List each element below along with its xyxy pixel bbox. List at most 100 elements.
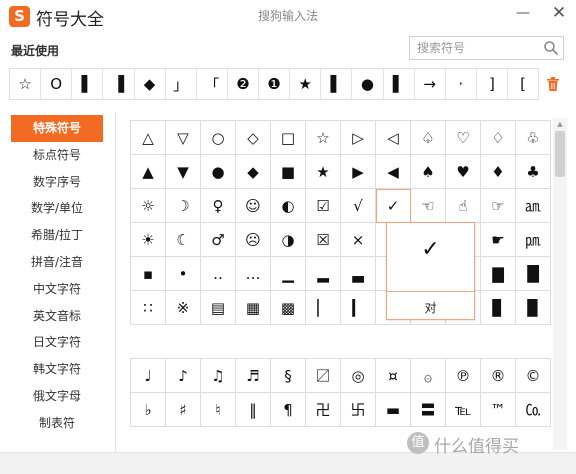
- symbol-cell[interactable]: ◐: [271, 189, 306, 223]
- search-icon[interactable]: [543, 40, 559, 56]
- category-item[interactable]: 俄文字母: [11, 383, 103, 410]
- category-item[interactable]: 制表符: [11, 410, 103, 437]
- symbol-cell[interactable]: ♯: [166, 393, 201, 427]
- recent-symbol[interactable]: ▌: [321, 69, 353, 99]
- symbol-cell[interactable]: ♫: [201, 359, 236, 393]
- symbol-cell[interactable]: ™: [481, 393, 516, 427]
- category-item[interactable]: 拼音/注音: [11, 249, 103, 276]
- symbol-cell[interactable]: ☒: [306, 223, 341, 257]
- category-item[interactable]: 希腊/拉丁: [11, 222, 103, 249]
- symbol-cell[interactable]: ♀: [201, 189, 236, 223]
- symbol-cell[interactable]: ☽: [166, 189, 201, 223]
- symbol-cell[interactable]: ■: [271, 155, 306, 189]
- symbol-cell[interactable]: ℗: [446, 359, 481, 393]
- symbol-cell[interactable]: ▇: [481, 257, 516, 291]
- symbol-cell[interactable]: ☛: [481, 223, 516, 257]
- recent-symbol[interactable]: ▐: [103, 69, 135, 99]
- recent-symbol[interactable]: O: [41, 69, 73, 99]
- symbol-cell[interactable]: ▪: [131, 257, 166, 291]
- symbol-cell[interactable]: ‥: [201, 257, 236, 291]
- symbol-cell[interactable]: ◇: [236, 121, 271, 155]
- symbol-cell[interactable]: ◀: [376, 155, 411, 189]
- scroll-up-arrow-icon[interactable]: ▲: [553, 118, 567, 130]
- symbol-cell[interactable]: ▤: [201, 291, 236, 325]
- symbol-cell[interactable]: ㏘: [516, 223, 551, 257]
- category-item[interactable]: 数学/单位: [11, 195, 103, 222]
- symbol-cell[interactable]: ◆: [236, 155, 271, 189]
- symbol-cell[interactable]: ●: [201, 155, 236, 189]
- symbol-cell[interactable]: ☑: [306, 189, 341, 223]
- symbol-cell[interactable]: ㏇: [516, 393, 551, 427]
- recent-symbol[interactable]: 」: [166, 69, 197, 99]
- symbol-cell[interactable]: ☹: [236, 223, 271, 257]
- recent-symbol[interactable]: ❶: [259, 69, 291, 99]
- symbol-cell[interactable]: ℡: [446, 393, 481, 427]
- symbol-cell[interactable]: ※: [166, 291, 201, 325]
- symbol-cell[interactable]: ♢: [481, 121, 516, 155]
- symbol-cell[interactable]: ¶: [271, 393, 306, 427]
- symbol-cell[interactable]: ▶: [341, 155, 376, 189]
- symbol-cell[interactable]: ©: [516, 359, 551, 393]
- symbol-cell[interactable]: ♬: [236, 359, 271, 393]
- scrollbar-thumb[interactable]: [555, 131, 565, 177]
- symbol-cell[interactable]: ۞: [411, 359, 446, 393]
- symbol-cell[interactable]: ▏: [306, 291, 341, 325]
- recent-symbol[interactable]: ●: [352, 69, 384, 99]
- symbol-cell[interactable]: ▽: [166, 121, 201, 155]
- category-item[interactable]: 日文字符: [11, 329, 103, 356]
- symbol-cell[interactable]: ♣: [516, 155, 551, 189]
- symbol-cell[interactable]: 〼: [306, 359, 341, 393]
- symbol-cell[interactable]: ☼: [131, 189, 166, 223]
- symbol-cell[interactable]: ◑: [271, 223, 306, 257]
- symbol-cell[interactable]: ★: [306, 155, 341, 189]
- recent-symbol[interactable]: ▌: [384, 69, 415, 99]
- recent-symbol[interactable]: ·: [446, 69, 477, 99]
- recent-symbol[interactable]: →: [415, 69, 446, 99]
- symbol-cell[interactable]: ▼: [166, 155, 201, 189]
- search-input[interactable]: [410, 37, 547, 59]
- symbol-cell[interactable]: ♠: [411, 155, 446, 189]
- recent-symbol[interactable]: ❷: [228, 69, 259, 99]
- symbol-cell[interactable]: █: [516, 257, 551, 291]
- recent-symbol[interactable]: ◆: [135, 69, 166, 99]
- symbol-cell[interactable]: •: [166, 257, 201, 291]
- category-item[interactable]: 英文音标: [11, 303, 103, 330]
- symbol-cell[interactable]: √: [341, 189, 376, 223]
- symbol-cell[interactable]: ☝: [446, 189, 481, 223]
- symbol-cell[interactable]: ☾: [166, 223, 201, 257]
- symbol-cell[interactable]: 卍: [306, 393, 341, 427]
- symbol-cell[interactable]: ♧: [516, 121, 551, 155]
- close-button[interactable]: ✕: [546, 0, 572, 26]
- category-item[interactable]: 数字序号: [11, 169, 103, 196]
- symbol-cell[interactable]: ¤: [376, 359, 411, 393]
- symbol-cell[interactable]: ✓: [376, 189, 411, 223]
- symbol-cell[interactable]: ♦: [481, 155, 516, 189]
- symbol-cell[interactable]: ♩: [131, 359, 166, 393]
- symbol-cell[interactable]: ▉: [516, 291, 551, 325]
- trash-icon[interactable]: [546, 76, 560, 92]
- search-box[interactable]: [409, 36, 564, 60]
- symbol-cell[interactable]: ‖: [236, 393, 271, 427]
- recent-symbol[interactable]: 「: [197, 69, 228, 99]
- recent-symbol[interactable]: ]: [477, 69, 508, 99]
- recent-symbol[interactable]: [: [508, 69, 538, 99]
- symbol-cell[interactable]: ∷: [131, 291, 166, 325]
- symbol-cell[interactable]: §: [271, 359, 306, 393]
- symbol-cell[interactable]: ▊: [481, 291, 516, 325]
- symbol-cell[interactable]: ☆: [306, 121, 341, 155]
- category-item[interactable]: 中文字符: [11, 276, 103, 303]
- symbol-cell[interactable]: ☞: [481, 189, 516, 223]
- recent-symbol[interactable]: ★: [290, 69, 322, 99]
- symbol-cell[interactable]: ▬: [376, 393, 411, 427]
- symbol-cell[interactable]: ♥: [446, 155, 481, 189]
- symbol-cell[interactable]: ☀: [131, 223, 166, 257]
- symbol-cell[interactable]: ◎: [341, 359, 376, 393]
- symbol-cell[interactable]: ♪: [166, 359, 201, 393]
- symbol-cell[interactable]: ▷: [341, 121, 376, 155]
- symbol-cell[interactable]: ×: [341, 223, 376, 257]
- symbol-cell[interactable]: 〓: [411, 393, 446, 427]
- category-item[interactable]: 标点符号: [11, 142, 103, 169]
- symbol-cell[interactable]: ♮: [201, 393, 236, 427]
- symbol-cell[interactable]: ♂: [201, 223, 236, 257]
- symbol-cell[interactable]: ▎: [341, 291, 376, 325]
